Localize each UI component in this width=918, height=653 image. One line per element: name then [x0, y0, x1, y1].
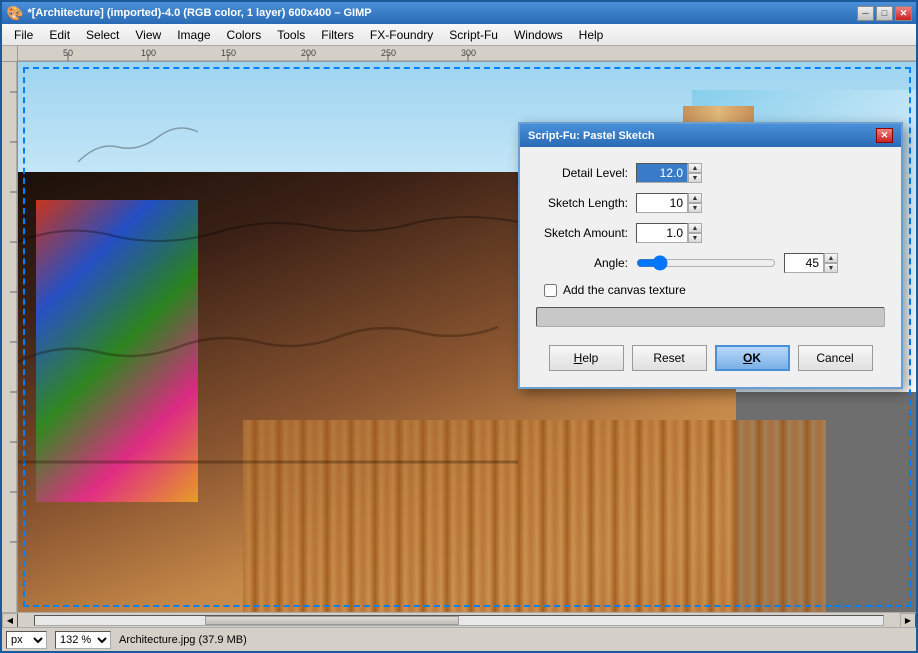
- reset-button[interactable]: Reset: [632, 345, 707, 371]
- canvas-texture-label: Add the canvas texture: [563, 283, 686, 297]
- menu-tools[interactable]: Tools: [269, 26, 313, 44]
- help-button[interactable]: Help: [549, 345, 624, 371]
- ok-button[interactable]: OK: [715, 345, 790, 371]
- window-title: *[Architecture] (imported)-4.0 (RGB colo…: [27, 7, 371, 19]
- title-bar-controls: ─ □ ✕: [857, 6, 912, 21]
- scroll-thumb-h[interactable]: [205, 616, 459, 625]
- zoom-selector[interactable]: 132 % 100 % 50 %: [55, 631, 111, 649]
- app-icon: 🎨: [6, 5, 23, 22]
- svg-text:150: 150: [221, 48, 236, 58]
- sketch-amount-spinner: ▲ ▼: [688, 223, 702, 243]
- sketch-amount-input-group: ▲ ▼: [636, 223, 702, 243]
- svg-text:250: 250: [381, 48, 396, 58]
- sketch-length-spinner: ▲ ▼: [688, 193, 702, 213]
- dialog-title-text: Script-Fu: Pastel Sketch: [528, 130, 655, 142]
- ruler-top: 50 100 150 200 250 300: [18, 46, 916, 62]
- angle-label: Angle:: [536, 256, 636, 270]
- detail-level-input[interactable]: [636, 163, 688, 183]
- script-fu-dialog: Script-Fu: Pastel Sketch ✕ Detail Level:…: [518, 122, 903, 389]
- status-bar: px % mm 132 % 100 % 50 % Architecture.jp…: [2, 627, 916, 651]
- file-info: Architecture.jpg (37.9 MB): [119, 634, 247, 646]
- sketch-amount-label: Sketch Amount:: [536, 226, 636, 240]
- angle-value-group: ▲ ▼: [784, 253, 838, 273]
- angle-slider[interactable]: [636, 255, 776, 271]
- dialog-title-bar: Script-Fu: Pastel Sketch ✕: [520, 124, 901, 147]
- ruler-left: [2, 62, 18, 612]
- detail-level-row: Detail Level: ▲ ▼: [536, 163, 885, 183]
- svg-text:200: 200: [301, 48, 316, 58]
- svg-text:100: 100: [141, 48, 156, 58]
- horizontal-scrollbar: ◀ ▶: [2, 612, 916, 627]
- sketch-length-input-group: ▲ ▼: [636, 193, 702, 213]
- menu-image[interactable]: Image: [169, 26, 218, 44]
- scroll-left-button[interactable]: ◀: [2, 613, 18, 628]
- sketch-length-row: Sketch Length: ▲ ▼: [536, 193, 885, 213]
- close-button[interactable]: ✕: [895, 6, 912, 21]
- detail-level-input-group: ▲ ▼: [636, 163, 702, 183]
- menu-windows[interactable]: Windows: [506, 26, 571, 44]
- sketch-length-down[interactable]: ▼: [688, 203, 702, 213]
- svg-text:300: 300: [461, 48, 476, 58]
- svg-text:50: 50: [63, 48, 73, 58]
- detail-level-spinner: ▲ ▼: [688, 163, 702, 183]
- menu-filters[interactable]: Filters: [313, 26, 362, 44]
- menu-fx-foundry[interactable]: FX-Foundry: [362, 26, 441, 44]
- canvas-viewport: Script-Fu: Pastel Sketch ✕ Detail Level:…: [18, 62, 916, 612]
- menu-file[interactable]: File: [6, 26, 41, 44]
- menu-view[interactable]: View: [127, 26, 169, 44]
- title-bar: 🎨 *[Architecture] (imported)-4.0 (RGB co…: [2, 2, 916, 24]
- sketch-amount-row: Sketch Amount: ▲ ▼: [536, 223, 885, 243]
- angle-up[interactable]: ▲: [824, 253, 838, 263]
- menu-script-fu[interactable]: Script-Fu: [441, 26, 506, 44]
- menu-help[interactable]: Help: [571, 26, 612, 44]
- menu-select[interactable]: Select: [78, 26, 127, 44]
- minimize-button[interactable]: ─: [857, 6, 874, 21]
- cancel-button[interactable]: Cancel: [798, 345, 873, 371]
- sketch-length-up[interactable]: ▲: [688, 193, 702, 203]
- dialog-body: Detail Level: ▲ ▼ Sketch Lengt: [520, 147, 901, 387]
- main-window: 🎨 *[Architecture] (imported)-4.0 (RGB co…: [0, 0, 918, 653]
- menu-colors[interactable]: Colors: [219, 26, 270, 44]
- detail-level-up[interactable]: ▲: [688, 163, 702, 173]
- sketch-length-input[interactable]: [636, 193, 688, 213]
- dialog-buttons: Help Reset OK Cancel: [536, 341, 885, 371]
- sketch-amount-up[interactable]: ▲: [688, 223, 702, 233]
- sketch-amount-input[interactable]: [636, 223, 688, 243]
- maximize-button[interactable]: □: [876, 6, 893, 21]
- canvas-texture-checkbox[interactable]: [544, 284, 557, 297]
- angle-row: Angle: ▲ ▼: [536, 253, 885, 273]
- ruler-corner: [2, 46, 18, 62]
- sketch-amount-down[interactable]: ▼: [688, 233, 702, 243]
- menu-bar: File Edit Select View Image Colors Tools…: [2, 24, 916, 46]
- zoom-control: 132 % 100 % 50 %: [55, 631, 111, 649]
- angle-value-input[interactable]: [784, 253, 824, 273]
- angle-down[interactable]: ▼: [824, 263, 838, 273]
- unit-selector[interactable]: px % mm: [6, 631, 47, 649]
- detail-level-label: Detail Level:: [536, 166, 636, 180]
- canvas-texture-row: Add the canvas texture: [536, 283, 885, 297]
- scroll-right-button[interactable]: ▶: [900, 613, 916, 628]
- sketch-length-label: Sketch Length:: [536, 196, 636, 210]
- scroll-track-h[interactable]: [34, 615, 884, 626]
- detail-level-down[interactable]: ▼: [688, 173, 702, 183]
- angle-spinner: ▲ ▼: [824, 253, 838, 273]
- dialog-close-button[interactable]: ✕: [876, 128, 893, 143]
- progress-bar-container: [536, 307, 885, 327]
- menu-edit[interactable]: Edit: [41, 26, 78, 44]
